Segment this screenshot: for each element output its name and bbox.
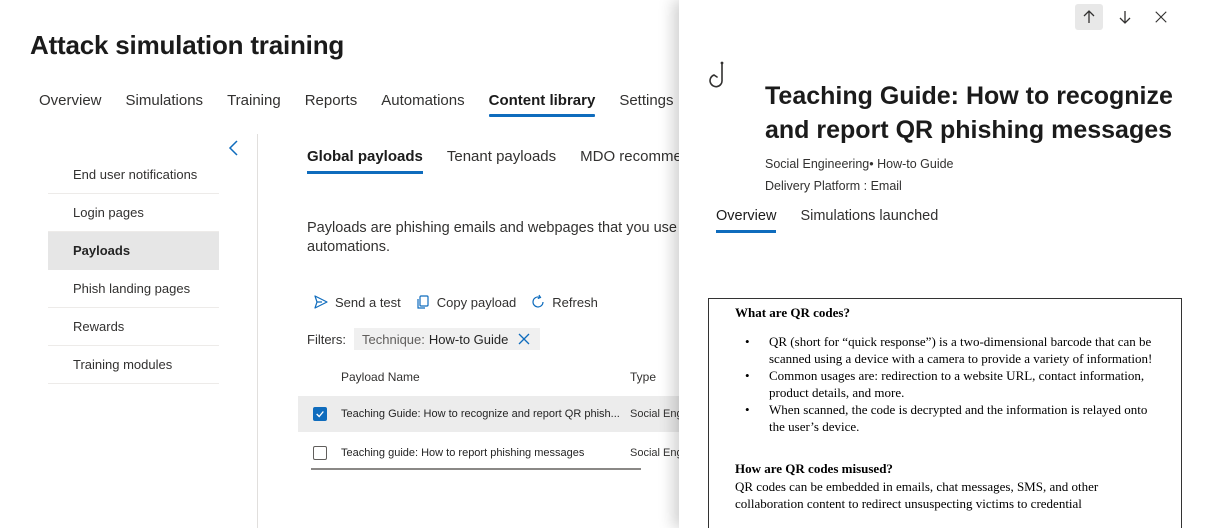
sub-tabs: Global payloads Tenant payloads MDO reco… xyxy=(307,148,698,174)
panel-tabs: Overview Simulations launched xyxy=(716,208,938,233)
preview-bullet: When scanned, the code is decrypted and … xyxy=(745,401,1155,435)
copy-payload-button[interactable]: Copy payload xyxy=(415,294,517,310)
divider xyxy=(257,134,258,528)
payload-type: Social Eng xyxy=(630,408,683,420)
table-row[interactable]: Teaching Guide: How to recognize and rep… xyxy=(298,396,698,432)
toolbar: Send a test Copy payload Refresh xyxy=(313,294,598,310)
sidebar-item-login-pages[interactable]: Login pages xyxy=(48,194,219,232)
horizontal-scrollbar[interactable] xyxy=(311,468,641,470)
tab-overview[interactable]: Overview xyxy=(39,92,102,116)
sidebar-item-payloads[interactable]: Payloads xyxy=(48,232,219,270)
copy-payload-label: Copy payload xyxy=(436,294,517,310)
close-icon xyxy=(1155,11,1167,23)
filters-bar: Filters: Technique: How-to Guide xyxy=(307,328,541,350)
tab-automations[interactable]: Automations xyxy=(381,92,464,116)
send-test-label: Send a test xyxy=(335,294,401,310)
filter-chip-technique[interactable]: Technique: How-to Guide xyxy=(354,328,541,350)
refresh-button[interactable]: Refresh xyxy=(530,294,598,310)
arrow-up-icon xyxy=(1083,10,1095,23)
preview-bullet: QR (short for “quick response”) is a two… xyxy=(745,333,1155,367)
row-checkbox[interactable] xyxy=(313,446,327,460)
tab-settings[interactable]: Settings xyxy=(619,92,673,116)
tab-reports[interactable]: Reports xyxy=(305,92,358,116)
preview-bullet: Common usages are: redirection to a webs… xyxy=(745,367,1155,401)
payload-name[interactable]: Teaching Guide: How to recognize and rep… xyxy=(341,408,622,420)
filter-chip-label: Technique: xyxy=(362,331,425,347)
tab-content-library[interactable]: Content library xyxy=(488,92,595,117)
copy-icon xyxy=(417,295,429,309)
preview-paragraph: QR codes can be embedded in emails, chat… xyxy=(735,479,1099,511)
tab-global-payloads[interactable]: Global payloads xyxy=(307,148,423,174)
send-icon xyxy=(314,295,328,309)
filters-label: Filters: xyxy=(307,331,346,347)
tab-panel-overview[interactable]: Overview xyxy=(716,208,777,233)
page-title: Attack simulation training xyxy=(30,30,345,60)
panel-title: Teaching Guide: How to recognize and rep… xyxy=(765,82,1173,144)
refresh-icon xyxy=(532,294,544,308)
arrow-down-icon xyxy=(1119,11,1131,24)
sidebar: End user notifications Login pages Paylo… xyxy=(48,156,219,384)
refresh-label: Refresh xyxy=(552,294,598,310)
phishing-hook-icon xyxy=(709,61,724,88)
row-checkbox[interactable] xyxy=(313,407,327,421)
tab-simulations[interactable]: Simulations xyxy=(126,92,204,116)
close-panel-button[interactable] xyxy=(1147,4,1175,30)
sidebar-item-training-modules[interactable]: Training modules xyxy=(48,346,219,384)
sidebar-item-phish-landing-pages[interactable]: Phish landing pages xyxy=(48,270,219,308)
filter-chip-value: How-to Guide xyxy=(428,331,509,347)
preview-heading: How are QR codes misused? xyxy=(735,461,893,476)
payload-category: Social Engineering• How-to Guide xyxy=(765,157,954,171)
payload-preview: What are QR codes? QR (short for “quick … xyxy=(708,298,1182,528)
main-tabs: Overview Simulations Training Reports Au… xyxy=(39,92,674,117)
send-test-button[interactable]: Send a test xyxy=(313,294,401,310)
checkmark-icon xyxy=(316,411,324,418)
next-item-button[interactable] xyxy=(1111,4,1139,30)
previous-item-button[interactable] xyxy=(1075,4,1103,30)
payload-name[interactable]: Teaching guide: How to report phishing m… xyxy=(341,447,622,459)
tab-tenant-payloads[interactable]: Tenant payloads xyxy=(447,148,556,173)
tab-training[interactable]: Training xyxy=(227,92,281,116)
delivery-platform: Delivery Platform : Email xyxy=(765,179,902,193)
sidebar-item-rewards[interactable]: Rewards xyxy=(48,308,219,346)
details-flyout-panel: Teaching Guide: How to recognize and rep… xyxy=(679,0,1208,528)
payload-type: Social Eng xyxy=(630,447,683,459)
preview-bullet-list: QR (short for “quick response”) is a two… xyxy=(745,333,1155,435)
sidebar-item-end-user-notifications[interactable]: End user notifications xyxy=(48,156,219,194)
collapse-nav-button[interactable] xyxy=(226,138,242,158)
chevron-left-icon xyxy=(228,140,238,156)
column-header-type[interactable]: Type xyxy=(630,370,656,384)
table-row[interactable]: Teaching guide: How to report phishing m… xyxy=(298,435,698,471)
preview-heading: What are QR codes? xyxy=(735,305,850,320)
close-icon[interactable] xyxy=(516,331,532,347)
tab-simulations-launched[interactable]: Simulations launched xyxy=(800,208,938,232)
column-header-payload-name[interactable]: Payload Name xyxy=(341,370,420,384)
